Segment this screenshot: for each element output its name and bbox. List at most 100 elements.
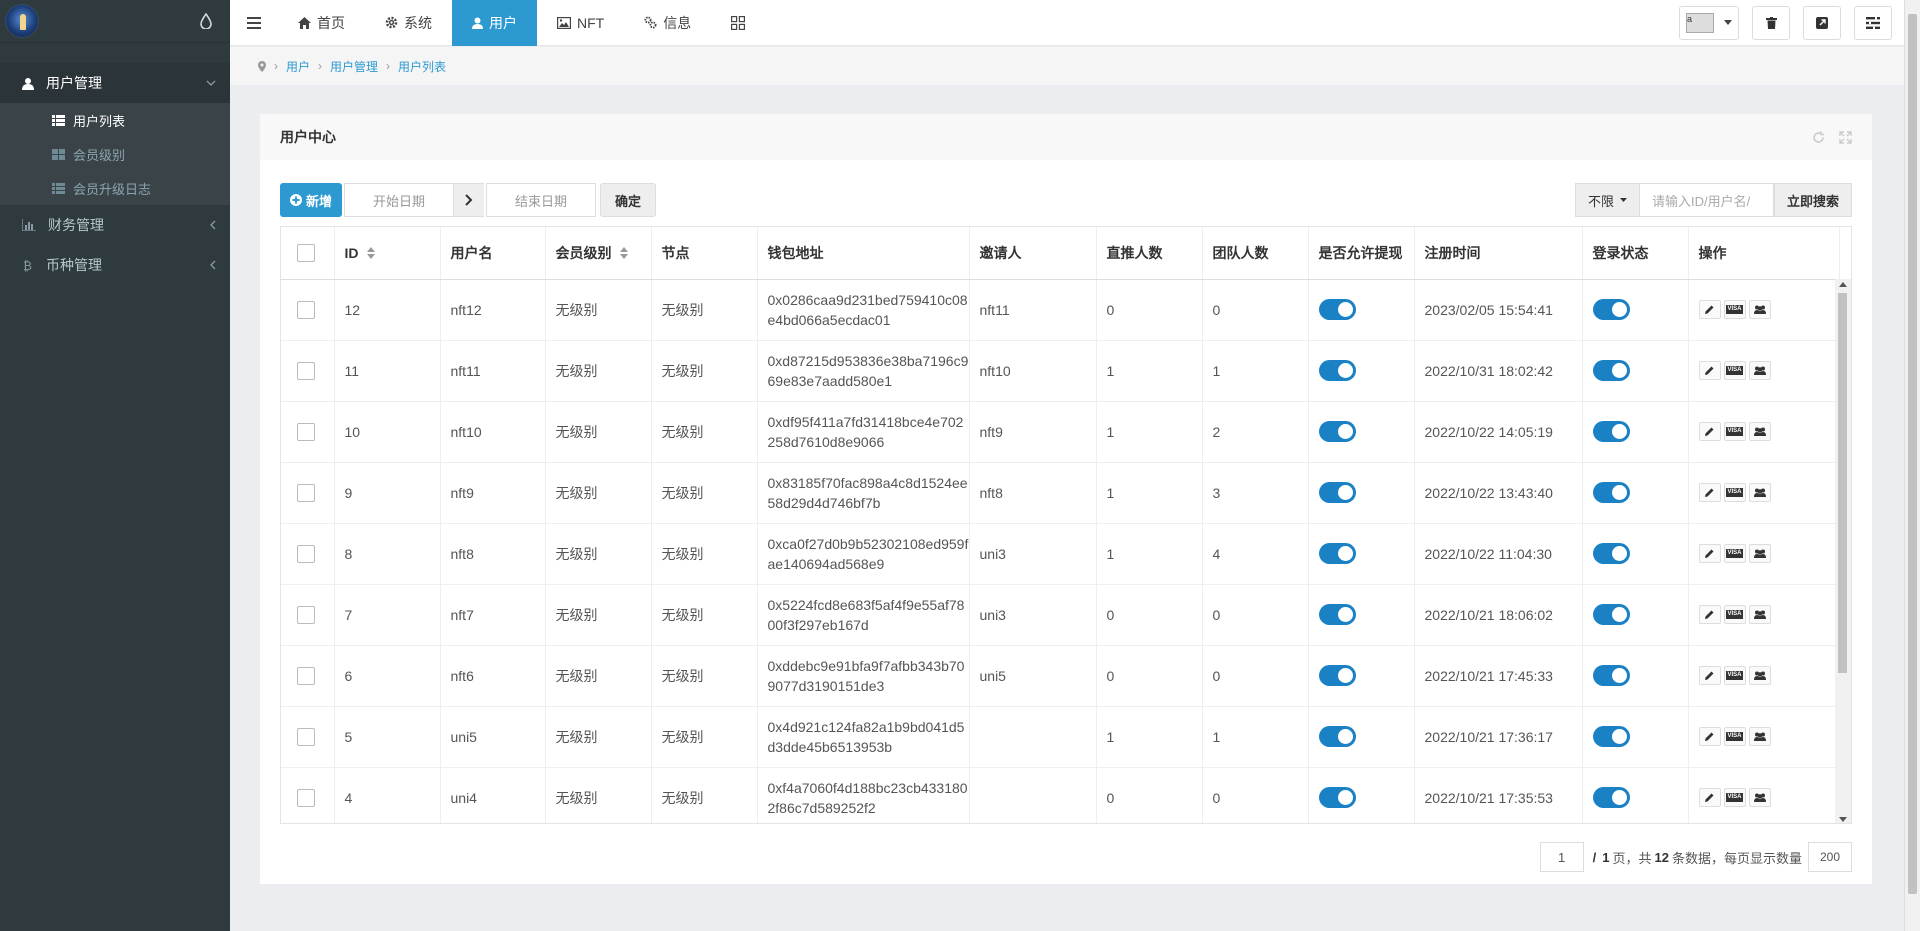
confirm-button[interactable]: 确定 (600, 183, 657, 217)
table-row[interactable]: 11 nft11 无级别 无级别 0xd87215d953836e38ba719… (281, 340, 1840, 402)
fullscreen-icon[interactable] (1839, 130, 1852, 144)
team-button[interactable] (1748, 483, 1771, 502)
header-select-all[interactable] (281, 227, 335, 280)
page-scrollbar[interactable] (1904, 0, 1920, 931)
card-button[interactable]: VISA (1723, 605, 1746, 624)
login-toggle[interactable] (1592, 482, 1630, 503)
sidebar-group-user-management[interactable]: 用户管理 (0, 63, 230, 103)
login-toggle[interactable] (1592, 299, 1630, 320)
sidebar-group-currency[interactable]: ₿ 币种管理 (0, 245, 230, 285)
row-select[interactable] (281, 401, 335, 463)
tab-info[interactable]: 信息 (624, 0, 711, 46)
breadcrumb-item[interactable]: 用户列表 (398, 58, 446, 75)
team-button[interactable] (1748, 727, 1771, 746)
table-row[interactable]: 6 nft6 无级别 无级别 0xddebc9e91bfa9f7afbb343b… (281, 645, 1840, 707)
external-link-button[interactable] (1803, 5, 1841, 40)
breadcrumb-item[interactable]: 用户管理 (330, 58, 378, 75)
scrollbar-thumb[interactable] (1908, 14, 1917, 894)
edit-button[interactable] (1698, 544, 1721, 563)
logo[interactable] (5, 4, 39, 38)
login-toggle[interactable] (1592, 543, 1630, 564)
page-size-input[interactable]: 200 (1808, 842, 1852, 872)
scrollbar-thumb[interactable] (1838, 293, 1847, 673)
checkbox[interactable] (297, 666, 315, 685)
breadcrumb-item[interactable]: 用户 (286, 58, 310, 75)
table-row[interactable]: 12 nft12 无级别 无级别 0x0286caa9d231bed759410… (281, 279, 1840, 341)
sidebar-item-user-list[interactable]: 用户列表 (0, 103, 230, 137)
withdraw-toggle[interactable] (1318, 726, 1356, 747)
team-button[interactable] (1748, 788, 1771, 807)
sidebar-item-upgrade-log[interactable]: 会员升级日志 (0, 171, 230, 205)
checkbox[interactable] (297, 788, 315, 807)
card-button[interactable]: VISA (1723, 483, 1746, 502)
login-toggle[interactable] (1592, 787, 1630, 808)
settings-panel-button[interactable] (1854, 5, 1892, 40)
login-toggle[interactable] (1592, 421, 1630, 442)
edit-button[interactable] (1698, 605, 1721, 624)
card-button[interactable]: VISA (1723, 300, 1746, 319)
tab-system[interactable]: 系统 (365, 0, 452, 46)
edit-button[interactable] (1698, 788, 1721, 807)
card-button[interactable]: VISA (1723, 361, 1746, 380)
sort-icon[interactable] (366, 246, 375, 259)
withdraw-toggle[interactable] (1318, 543, 1356, 564)
row-select[interactable] (281, 523, 335, 585)
edit-button[interactable] (1698, 361, 1721, 380)
sidebar-item-member-level[interactable]: 会员级别 (0, 137, 230, 171)
edit-button[interactable] (1698, 300, 1721, 319)
start-date-input[interactable]: 开始日期 (344, 183, 455, 217)
login-toggle[interactable] (1592, 726, 1630, 747)
edit-button[interactable] (1698, 666, 1721, 685)
search-button[interactable]: 立即搜索 (1773, 183, 1852, 217)
header-id[interactable]: ID (334, 227, 441, 280)
edit-button[interactable] (1698, 727, 1721, 746)
card-button[interactable]: VISA (1723, 422, 1746, 441)
row-select[interactable] (281, 584, 335, 646)
table-row[interactable]: 4 uni4 无级别 无级别 0xf4a7060f4d188bc23cb4331… (281, 767, 1840, 823)
row-select[interactable] (281, 279, 335, 341)
checkbox[interactable] (297, 544, 315, 563)
login-toggle[interactable] (1592, 665, 1630, 686)
card-button[interactable]: VISA (1723, 666, 1746, 685)
tab-nft[interactable]: NFT (537, 0, 624, 46)
table-row[interactable]: 5 uni5 无级别 无级别 0x4d921c124fa82a1b9bd041d… (281, 706, 1840, 768)
table-row[interactable]: 9 nft9 无级别 无级别 0x83185f70fac898a4c8d1524… (281, 462, 1840, 524)
row-select[interactable] (281, 462, 335, 524)
card-button[interactable]: VISA (1723, 727, 1746, 746)
login-toggle[interactable] (1592, 360, 1630, 381)
menu-toggle-icon[interactable] (230, 0, 278, 46)
table-scrollbar[interactable] (1835, 279, 1851, 823)
checkbox[interactable] (297, 727, 315, 746)
sort-icon[interactable] (619, 246, 628, 259)
card-button[interactable]: VISA (1723, 788, 1746, 807)
withdraw-toggle[interactable] (1318, 604, 1356, 625)
limit-select[interactable]: 不限 (1574, 183, 1640, 217)
tab-user[interactable]: 用户 (452, 0, 537, 46)
droplet-icon[interactable] (200, 13, 212, 29)
login-toggle[interactable] (1592, 604, 1630, 625)
checkbox[interactable] (297, 422, 315, 441)
team-button[interactable] (1748, 666, 1771, 685)
team-button[interactable] (1748, 605, 1771, 624)
header-level[interactable]: 会员级别 (545, 227, 652, 280)
withdraw-toggle[interactable] (1318, 421, 1356, 442)
page-input[interactable]: 1 (1539, 842, 1584, 872)
row-select[interactable] (281, 340, 335, 402)
add-button[interactable]: 新增 (280, 183, 343, 217)
checkbox[interactable] (297, 300, 315, 319)
search-input[interactable]: 请输入ID/用户名/ (1639, 183, 1774, 217)
table-row[interactable]: 10 nft10 无级别 无级别 0xdf95f411a7fd31418bce4… (281, 401, 1840, 463)
checkbox[interactable] (297, 483, 315, 502)
sidebar-group-finance[interactable]: 财务管理 (0, 205, 230, 245)
checkbox[interactable] (297, 605, 315, 624)
user-avatar-dropdown[interactable]: a (1679, 5, 1739, 40)
withdraw-toggle[interactable] (1318, 787, 1356, 808)
card-button[interactable]: VISA (1723, 544, 1746, 563)
withdraw-toggle[interactable] (1318, 482, 1356, 503)
end-date-input[interactable]: 结束日期 (486, 183, 597, 217)
tab-grid[interactable] (711, 0, 765, 46)
team-button[interactable] (1748, 300, 1771, 319)
team-button[interactable] (1748, 544, 1771, 563)
withdraw-toggle[interactable] (1318, 665, 1356, 686)
edit-button[interactable] (1698, 422, 1721, 441)
